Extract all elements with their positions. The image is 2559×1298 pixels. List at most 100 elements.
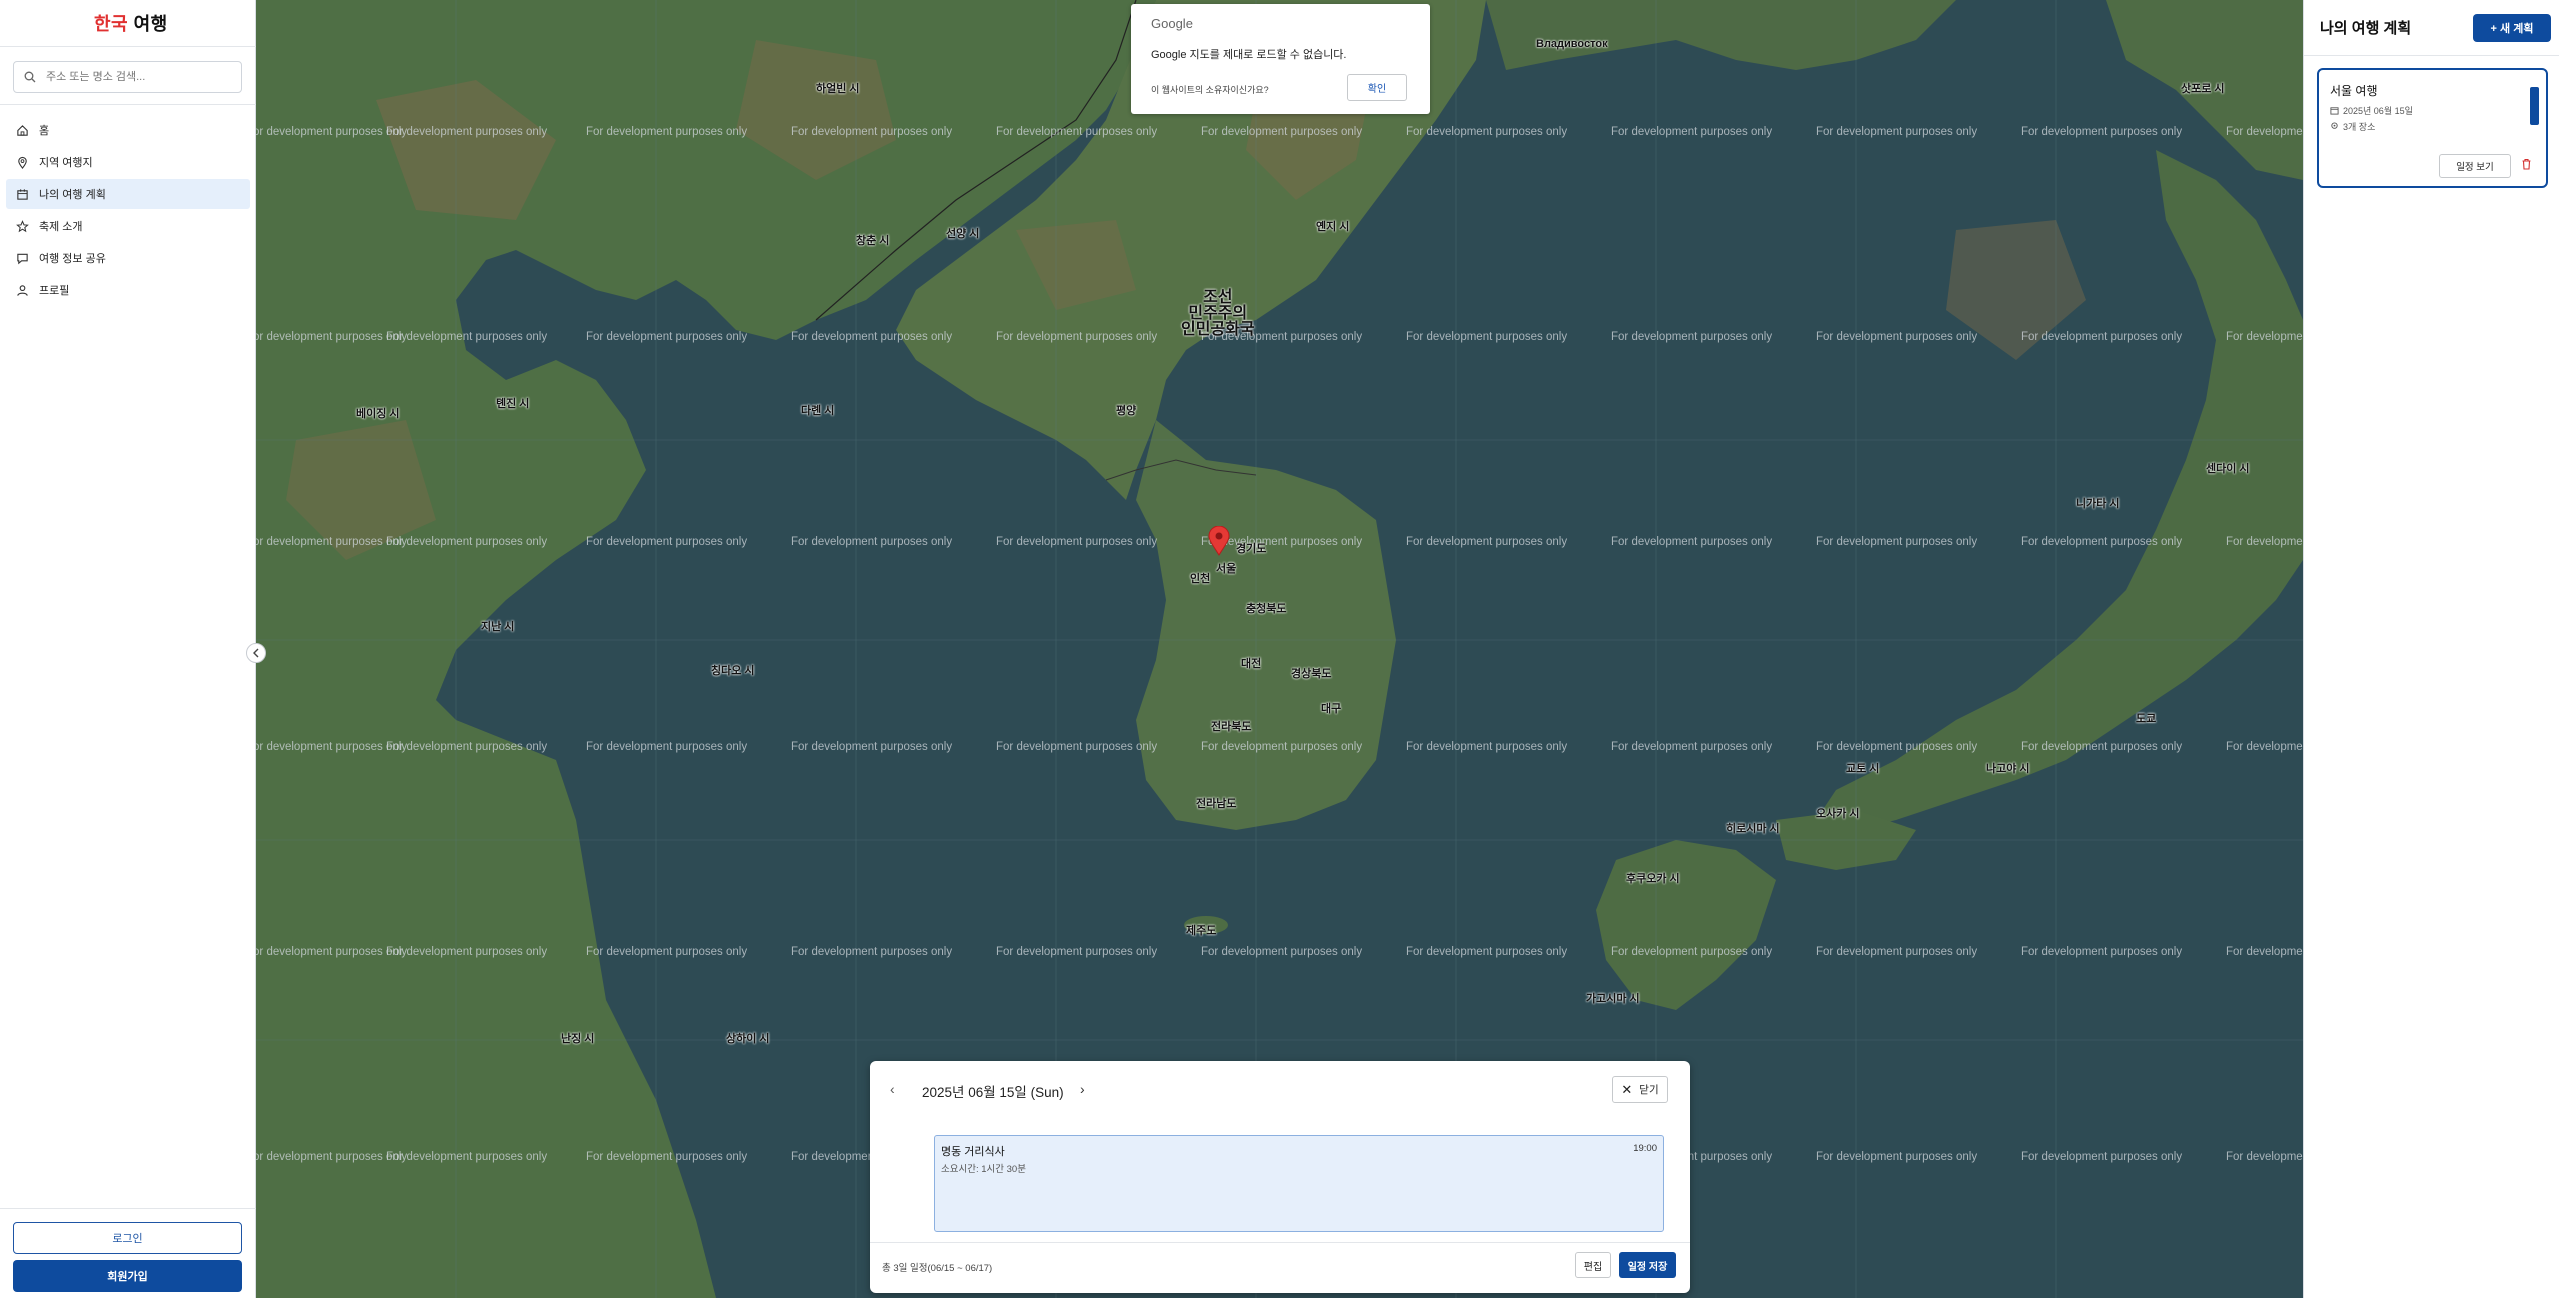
map-watermark-text: For development purposes only [2226,536,2303,548]
nav-item-profile[interactable]: 프로필 [6,275,250,305]
login-button[interactable]: 로그인 [13,1222,242,1254]
search-input[interactable] [44,70,224,84]
map-watermark-text: For development purposes only [1611,946,1773,958]
map-label-beijing: 베이징 시 [356,408,400,420]
map-watermark-text: For development purposes only [1406,741,1568,753]
map-watermark-text: For development purposes only [2021,946,2183,958]
map-watermark-text: For development purposes only [1201,741,1363,753]
prev-day-button[interactable]: ‹ [890,1081,895,1097]
map-watermark-text: For development purposes only [1816,946,1978,958]
map-label-seoul: 서울 [1216,563,1237,575]
map-watermark-text: For development purposes only [256,946,408,958]
google-error-message: Google 지도를 제대로 로드할 수 없습니다. [1151,49,1347,61]
map-label-pyongyang: 평양 [1116,405,1137,417]
map-watermark-text: For development purposes only [586,126,748,138]
map-watermark-text: For development purposes only [1816,536,1978,548]
nav-item-label: 여행 정보 공유 [39,253,106,265]
edit-button[interactable]: 편집 [1575,1252,1611,1278]
signup-button[interactable]: 회원가입 [13,1260,242,1292]
chat-icon [17,253,28,264]
divider [870,1242,1690,1243]
search-box[interactable] [13,61,242,93]
schedule-date: 2025년 06월 15일 (Sun) [922,1085,1064,1100]
map-pin-icon [18,156,27,169]
app-logo[interactable]: 한국 여행 [94,10,168,36]
map-label-niigata: 니가타 시 [2076,498,2120,510]
nav-item-share[interactable]: 여행 정보 공유 [6,243,250,273]
map-watermark-text: For development purposes only [2021,126,2183,138]
map-label-sapporo: 삿포로 시 [2181,83,2225,95]
event-duration: 소요시간: 1시간 30분 [941,1164,1026,1175]
map-watermark-text: For development purposes only [996,331,1158,343]
trip-card[interactable]: 서울 여행 2025년 06월 15일 3개 장소 일정 보기 [2317,68,2548,188]
nav-item-festivals[interactable]: 축제 소개 [6,211,250,241]
map-watermark-text: For development purposes only [256,741,408,753]
map-watermark-text: For development purposes only [1816,1151,1978,1163]
nav-item-label: 축제 소개 [39,221,83,233]
map-watermark-text: For development purposes only [1816,331,1978,343]
nav-item-home[interactable]: 홈 [6,115,250,145]
map-watermark-text: For development purposes only [2021,1151,2183,1163]
map-watermark-text: For development purposes only [386,126,548,138]
logo-text-red: 한국 [94,14,129,34]
map-watermark-text: For development purposes only [386,536,548,548]
map-watermark-text: For development purposes only [1406,536,1568,548]
trip-places: 3개 장소 [2343,122,2376,132]
map-label-daejeon: 대전 [1241,658,1262,670]
map-watermark-text: For development purposes only [2226,126,2303,138]
calendar-icon [17,188,28,200]
map-label-tokyo: 도쿄 [2136,713,2157,725]
map-label-qingdao: 칭다오 시 [711,665,755,677]
map-watermark-text: For development purposes only [791,946,953,958]
user-icon [17,284,28,296]
schedule-event[interactable]: 명동 거리식사 소요시간: 1시간 30분 19:00 [934,1135,1664,1232]
view-schedule-button[interactable]: 일정 보기 [2439,154,2511,178]
map-watermark-text: For development purposes only [1611,331,1773,343]
map-label-nagoya: 나고야 시 [1986,763,2030,775]
divider [0,46,256,47]
sidebar-collapse-button[interactable] [246,643,266,663]
new-plan-button[interactable]: + 새 계획 [2473,14,2551,42]
close-button[interactable]: ✕ 닫기 [1612,1076,1668,1103]
nav-item-my-plans[interactable]: 나의 여행 계획 [6,179,250,209]
trip-date-row: 2025년 06월 15일 [2330,104,2413,117]
next-day-button[interactable]: › [1080,1081,1085,1097]
map-watermark-text: For development purposes only [586,536,748,548]
nav-item-regions[interactable]: 지역 여행지 [6,147,250,177]
map-label-harbin: 하얼빈 시 [816,83,860,95]
map-label-hiroshima: 히로시마 시 [1726,823,1780,835]
map-label-shanghai: 상하이 시 [726,1033,770,1045]
map-watermark-text: For development purposes only [256,331,408,343]
map-watermark-text: For development purposes only [996,946,1158,958]
map-watermark-text: For development purposes only [2021,741,2183,753]
map-watermark-text: For development purposes only [1611,741,1773,753]
main-nav: 홈 지역 여행지 나의 여행 계획 축제 소개 여행 정보 공유 프로필 [6,115,250,307]
event-name: 명동 거리식사 [941,1146,1005,1158]
chevron-left-icon [253,648,259,658]
google-owner-question[interactable]: 이 웹사이트의 소유자이신가요? [1151,83,1269,96]
map-watermark-text: For development purposes only [1406,331,1568,343]
map-watermark-text: For development purposes only [2226,946,2303,958]
map-watermark-text: For development purposes only [386,946,548,958]
map-watermark-text: For development purposes only [1406,946,1568,958]
map-watermark-text: For development purposes only [256,126,408,138]
home-icon [17,124,28,136]
map-marker-icon[interactable] [1208,526,1230,556]
star-icon [16,219,29,232]
save-schedule-button[interactable]: 일정 저장 [1619,1252,1676,1278]
map-watermark-text: For development purposes only [1406,126,1568,138]
nav-item-label: 홈 [39,125,50,137]
map-label-jeonnam: 전라남도 [1196,798,1237,810]
map-watermark-text: For development purposes only [2226,741,2303,753]
map-watermark-text: For development purposes only [1201,946,1363,958]
trip-places-row: 3개 장소 [2330,120,2375,133]
map-watermark-text: For development purposes only [586,741,748,753]
map-watermark-text: For development purposes only [996,741,1158,753]
trip-date: 2025년 06월 15일 [2343,106,2413,116]
trash-icon[interactable] [2521,158,2532,170]
schedule-dialog: ‹ 2025년 06월 15일 (Sun) › ✕ 닫기 명동 거리식사 소요시간… [870,1061,1690,1293]
nav-item-label: 나의 여행 계획 [39,189,106,201]
map-watermark-text: For development purposes only [2226,331,2303,343]
map-label-daegu: 대구 [1321,703,1342,715]
google-ok-button[interactable]: 확인 [1347,74,1407,101]
